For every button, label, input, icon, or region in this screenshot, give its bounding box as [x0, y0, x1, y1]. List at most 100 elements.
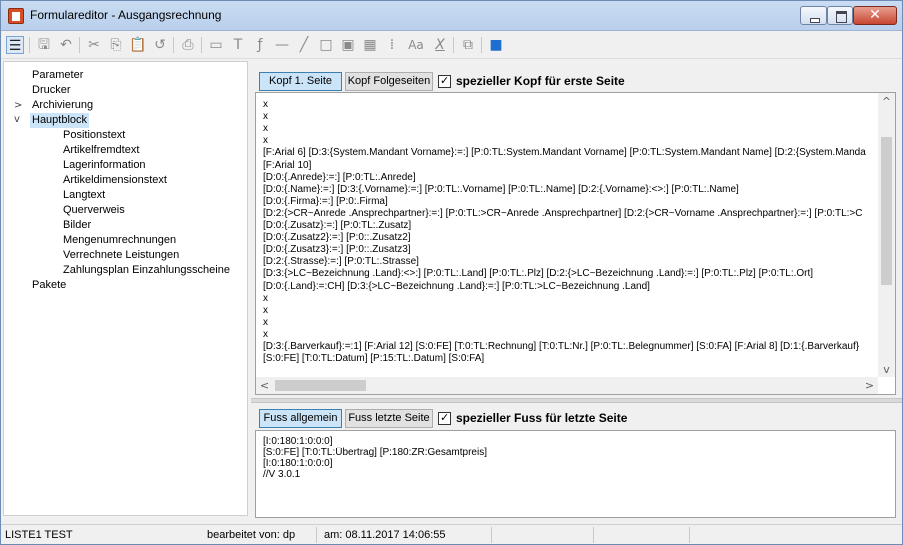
- tab-fuss-letzte-seite[interactable]: Fuss letzte Seite: [345, 409, 433, 428]
- toolbar-separator: [173, 37, 174, 53]
- tree-toggle-icon[interactable]: ☰: [6, 36, 24, 54]
- print-preview-icon[interactable]: ⎙: [179, 36, 197, 54]
- horizontal-line-icon[interactable]: —: [273, 36, 291, 54]
- code-line: [D:0:{.Land}:=:CH] [D:3:{>LC~Bezeichnung…: [263, 280, 650, 292]
- text-icon[interactable]: T: [229, 36, 247, 54]
- status-separator: [689, 527, 690, 543]
- italic-x-icon[interactable]: X: [431, 36, 449, 54]
- copy-icon[interactable]: ⎘: [107, 36, 125, 54]
- tree-item-pakete[interactable]: Pakete: [32, 278, 66, 293]
- undo-small-icon[interactable]: ↺: [151, 36, 169, 54]
- code-line: [D:3:{>LC~Bezeichnung .Land}:<>:] [P:0:T…: [263, 268, 814, 280]
- clipboard-icon[interactable]: ⧉: [459, 36, 477, 54]
- chevron-right-icon[interactable]: >: [14, 100, 22, 111]
- code-line: [S:0:FE] [T:0:TL:Übertrag] [P:180:ZR:Ges…: [263, 447, 487, 458]
- scroll-right-icon[interactable]: >: [861, 377, 878, 394]
- special-footer-checkbox[interactable]: [438, 411, 451, 425]
- code-line: [I:0:180:1:0:0:0]: [263, 458, 333, 469]
- toolbar-separator: [481, 37, 482, 53]
- toolbar: ☰ 🖫 ↶ ✂ ⎘ 📋 ↺ ⎙ ▭ T ƒ — ╱ □ ▣ ▦ ⁞ Aa X ⧉…: [1, 31, 902, 59]
- formula-icon[interactable]: ƒ: [251, 36, 269, 54]
- tree-item-lagerinformation[interactable]: Lagerinformation: [63, 158, 146, 173]
- code-line: //V 3.0.1: [263, 469, 301, 480]
- barcode-icon[interactable]: ⁞: [383, 36, 401, 54]
- tree-item-mengenumrechnungen[interactable]: Mengenumrechnungen: [63, 233, 176, 248]
- tab-kopf-erste-seite[interactable]: Kopf 1. Seite: [259, 72, 342, 91]
- status-separator: [593, 527, 594, 543]
- header-hscroll-thumb[interactable]: [275, 380, 366, 391]
- toolbar-separator: [453, 37, 454, 53]
- toolbar-separator: [201, 37, 202, 53]
- tree-item-artikelfremdtext[interactable]: Artikelfremdtext: [63, 143, 139, 158]
- code-line: [F:Arial 6] [D:3:{System.Mandant Vorname…: [263, 147, 866, 159]
- tree-item-drucker[interactable]: Drucker: [32, 83, 71, 98]
- code-line: x: [263, 316, 268, 328]
- tree-item-positionstext[interactable]: Positionstext: [63, 128, 125, 143]
- editor-panels: Kopf 1. Seite Kopf Folgeseiten spezielle…: [251, 61, 902, 518]
- code-line: [D:0:{.Anrede}:=:] [P:0:TL:.Anrede]: [263, 171, 416, 183]
- window-title: Formulareditor - Ausgangsrechnung: [30, 8, 222, 22]
- maximize-button[interactable]: [827, 6, 853, 25]
- footer-code-editor[interactable]: [I:0:180:1:0:0:0] [S:0:FE] [T:0:TL:Übertr…: [255, 430, 896, 518]
- code-line: [I:0:180:1:0:0:0]: [263, 436, 333, 447]
- scroll-left-icon[interactable]: <: [256, 377, 273, 394]
- tab-kopf-folgeseiten[interactable]: Kopf Folgeseiten: [345, 72, 433, 91]
- code-line: [D:0:{.Name}:=:] [D:3:{.Vorname}:=:] [P:…: [263, 183, 739, 195]
- close-icon: ✕: [869, 7, 881, 23]
- save-icon[interactable]: 🖫: [35, 36, 53, 54]
- tab-fuss-allgemein[interactable]: Fuss allgemein: [259, 409, 342, 428]
- code-line: [D:0:{.Zusatz3}:=:] [P:0::.Zusatz3]: [263, 244, 411, 256]
- special-footer-label: spezieller Fuss für letzte Seite: [456, 411, 628, 425]
- chevron-down-icon[interactable]: v: [14, 114, 20, 125]
- minimize-button[interactable]: [800, 6, 827, 25]
- code-line: [D:2:{.Strasse}:=:] [P:0:TL:.Strasse]: [263, 256, 419, 268]
- header-vertical-scrollbar[interactable]: ^ v: [878, 93, 895, 377]
- code-line: x: [263, 328, 268, 340]
- field-icon[interactable]: ▭: [207, 36, 225, 54]
- code-line: [D:2:{>CR~Anrede .Ansprechpartner}:=:] […: [263, 207, 863, 219]
- paste-icon[interactable]: 📋: [129, 36, 147, 54]
- header-horizontal-scrollbar[interactable]: < >: [256, 377, 878, 394]
- tree-item-verrechnete-leistungen[interactable]: Verrechnete Leistungen: [63, 248, 179, 263]
- scroll-up-icon[interactable]: ^: [878, 93, 895, 110]
- tree-item-archivierung[interactable]: Archivierung: [32, 98, 93, 113]
- scroll-down-icon[interactable]: v: [878, 361, 895, 378]
- editor-window: Formulareditor - Ausgangsrechnung ✕ ☰ 🖫 …: [0, 0, 903, 545]
- image-icon[interactable]: ▣: [339, 36, 357, 54]
- tree-item-langtext[interactable]: Langtext: [63, 188, 105, 203]
- title-bar: Formulareditor - Ausgangsrechnung ✕: [1, 1, 902, 31]
- special-header-label: spezieller Kopf für erste Seite: [456, 74, 625, 88]
- tree-item-hauptblock[interactable]: Hauptblock: [30, 113, 90, 128]
- status-bar: LISTE1 TEST bearbeitet von: dp am: 08.11…: [1, 524, 902, 544]
- rectangle-icon[interactable]: □: [317, 36, 335, 54]
- code-line: x: [263, 123, 268, 135]
- toolbar-separator: [79, 37, 80, 53]
- code-line: x: [263, 304, 268, 316]
- tree-item-zahlungsplan[interactable]: Zahlungsplan Einzahlungsscheine: [63, 263, 230, 278]
- code-line: [D:0:{.Firma}:=:] [P:0:.Firma]: [263, 195, 388, 207]
- special-header-checkbox[interactable]: [438, 74, 451, 88]
- code-line: [D:3:{.Barverkauf}:=:1] [F:Arial 12] [S:…: [263, 341, 860, 352]
- tree-item-parameter[interactable]: Parameter: [32, 68, 83, 83]
- code-line: [D:0:{.Zusatz2}:=:] [P:0::.Zusatz2]: [263, 232, 411, 244]
- status-list-name: LISTE1 TEST: [5, 529, 73, 541]
- tree-item-artikeldimensionstext[interactable]: Artikeldimensionstext: [63, 173, 167, 188]
- header-vscroll-thumb[interactable]: [881, 137, 892, 285]
- status-separator: [491, 527, 492, 543]
- cut-icon[interactable]: ✂: [85, 36, 103, 54]
- code-line: x: [263, 292, 268, 304]
- undo-icon[interactable]: ↶: [57, 36, 75, 54]
- tree-item-querverweis[interactable]: Querverweis: [63, 203, 125, 218]
- panel-splitter[interactable]: [251, 398, 902, 403]
- toolbar-separator: [29, 37, 30, 53]
- tree-item-bilder[interactable]: Bilder: [63, 218, 91, 233]
- code-line: x: [263, 111, 268, 123]
- diagonal-line-icon[interactable]: ╱: [295, 36, 313, 54]
- code-line: x: [263, 135, 268, 147]
- header-code-editor[interactable]: x x x x [F:Arial 6] [D:3:{System.Mandant Vor…: [255, 92, 896, 395]
- code-line: [D:0:{.Zusatz}:=:] [P:0:TL:.Zusatz]: [263, 220, 412, 231]
- close-button[interactable]: ✕: [853, 6, 897, 25]
- exit-icon[interactable]: ■: [487, 36, 505, 54]
- table-icon[interactable]: ▦: [361, 36, 379, 54]
- font-icon[interactable]: Aa: [405, 36, 427, 54]
